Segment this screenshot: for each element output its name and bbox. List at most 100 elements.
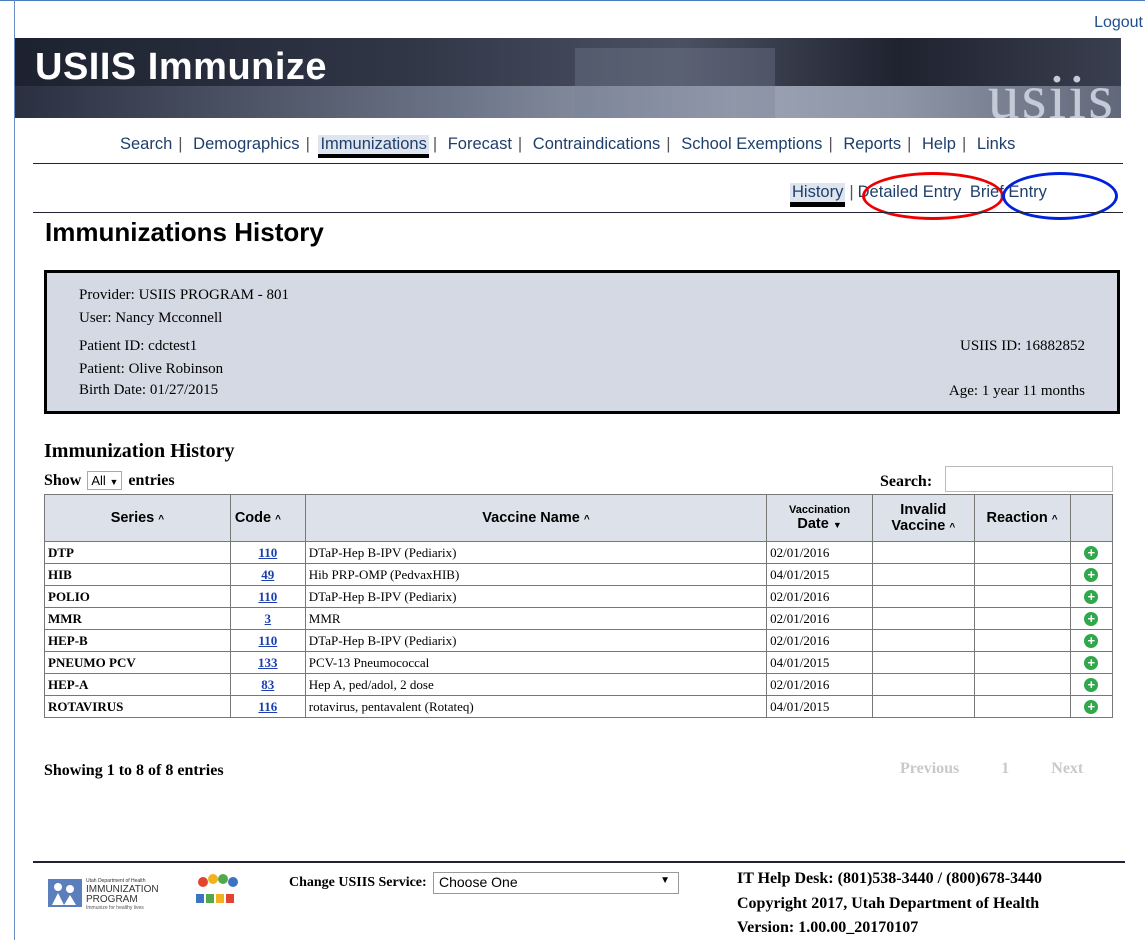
immunization-table: Series ^ Code ^ Vaccine Name ^ Vaccinati… (44, 494, 1114, 718)
usiis-watermark: usiis (987, 61, 1115, 118)
nav-reports[interactable]: Reports (841, 135, 903, 153)
series-cell: MMR (44, 607, 231, 630)
user-text: User: Nancy Mcconnell (79, 310, 223, 326)
sort-icon: ^ (583, 514, 590, 525)
nav-links[interactable]: Links (975, 135, 1018, 153)
series-cell: ROTAVIRUS (44, 695, 231, 718)
code-link[interactable]: 83 (229, 673, 306, 696)
series-cell: POLIO (44, 585, 231, 608)
reaction-cell (973, 585, 1071, 608)
add-icon[interactable]: + (1084, 655, 1099, 670)
age-text: Age: 1 year 11 months (948, 383, 1085, 399)
sort-icon: ^ (275, 514, 281, 525)
table-row: DTP 110 DTaP-Hep B-IPV (Pediarix) 02/01/201… (44, 541, 1114, 564)
invalid-vaccine-cell (871, 629, 975, 652)
vaccine-name-cell: Hep A, ped/adol, 2 dose (304, 673, 768, 696)
reaction-cell (973, 695, 1071, 718)
table-row: MMR 3 MMR 02/01/2016 + (44, 607, 1114, 630)
nav-divider (33, 163, 1123, 164)
vaccination-date-cell: 04/01/2015 (766, 563, 873, 586)
col-reaction[interactable]: Reaction ^ (973, 494, 1071, 542)
immunization-program-logo: Utah Department of Health IMMUNIZATION P… (48, 875, 168, 911)
vaccine-name-cell: DTaP-Hep B-IPV (Pediarix) (304, 541, 768, 564)
table-row: ROTAVIRUS 116 rotavirus, pentavalent (Rota… (44, 695, 1114, 718)
code-link[interactable]: 3 (229, 607, 306, 630)
add-cell: + (1069, 607, 1114, 630)
patient-id-text: Patient ID: cdctest1 (79, 338, 198, 354)
code-link[interactable]: 110 (229, 629, 306, 652)
footer-divider (33, 861, 1125, 863)
vaccine-name-cell: DTaP-Hep B-IPV (Pediarix) (304, 585, 768, 608)
reaction-cell (973, 563, 1071, 586)
vaccination-date-cell: 02/01/2016 (766, 541, 873, 564)
top-border (0, 0, 1145, 1)
header-banner: USIIS Immunize usiis (15, 38, 1121, 118)
col-series[interactable]: Series ^ (44, 494, 231, 542)
pagination: Previous 1 Next (900, 760, 1083, 778)
birth-date-text: Birth Date: 01/27/2015 (79, 382, 219, 398)
series-cell: HEP-B (44, 629, 231, 652)
reaction-cell (973, 651, 1071, 674)
sort-desc-icon: ▼ (832, 520, 842, 530)
nav-search[interactable]: Search (118, 135, 174, 153)
reaction-cell (973, 607, 1071, 630)
tab-history[interactable]: History (790, 183, 846, 207)
add-cell: + (1069, 563, 1114, 586)
next-button[interactable]: Next (1051, 760, 1083, 777)
col-vaccine-name[interactable]: Vaccine Name ^ (304, 494, 768, 542)
search-input[interactable] (945, 466, 1113, 492)
previous-button[interactable]: Previous (900, 760, 959, 777)
app-title: USIIS Immunize (35, 46, 328, 88)
change-service-label: Change USIIS Service: (289, 875, 427, 890)
add-icon[interactable]: + (1084, 633, 1099, 648)
add-icon[interactable]: + (1084, 699, 1099, 714)
add-icon[interactable]: + (1084, 611, 1099, 626)
col-invalid-vaccine[interactable]: Invalid Vaccine ^ (871, 494, 975, 542)
add-icon[interactable]: + (1084, 589, 1099, 604)
add-cell: + (1069, 629, 1114, 652)
col-actions (1069, 494, 1114, 542)
code-link[interactable]: 110 (229, 585, 306, 608)
patient-info-panel: Provider: USIIS PROGRAM - 801 User: Nanc… (44, 270, 1120, 414)
invalid-vaccine-cell (871, 651, 975, 674)
code-link[interactable]: 110 (229, 541, 306, 564)
add-cell: + (1069, 651, 1114, 674)
vaccine-name-cell: DTaP-Hep B-IPV (Pediarix) (304, 629, 768, 652)
page-title: Immunizations History (45, 217, 324, 247)
nav-help[interactable]: Help (920, 135, 958, 153)
history-heading: Immunization History (44, 440, 235, 462)
nav-school-exemptions[interactable]: School Exemptions (679, 135, 824, 153)
nav-contraindications[interactable]: Contraindications (531, 135, 663, 153)
vaccination-date-cell: 02/01/2016 (766, 585, 873, 608)
left-border (14, 0, 15, 940)
code-link[interactable]: 133 (229, 651, 306, 674)
invalid-vaccine-cell (871, 673, 975, 696)
add-cell: + (1069, 585, 1114, 608)
code-link[interactable]: 116 (229, 695, 306, 718)
add-icon[interactable]: + (1084, 567, 1099, 582)
vaccination-date-cell: 02/01/2016 (766, 629, 873, 652)
nav-immunizations[interactable]: Immunizations (318, 135, 429, 158)
nav-demographics[interactable]: Demographics (191, 135, 301, 153)
invalid-vaccine-cell (871, 695, 975, 718)
helpdesk-text: IT Help Desk: (801)538-3440 / (800)678-3… (737, 870, 1043, 887)
series-cell: DTP (44, 541, 231, 564)
code-link[interactable]: 49 (229, 563, 306, 586)
col-vaccination-date[interactable]: Vaccination Date ▼ (766, 494, 873, 542)
sort-icon: ^ (158, 514, 165, 525)
nav-forecast[interactable]: Forecast (446, 135, 514, 153)
logout-link[interactable]: Logout (1094, 14, 1143, 32)
table-row: HIB 49 Hib PRP-OMP (PedvaxHIB) 04/01/2015 + (44, 563, 1114, 586)
entries-select[interactable]: All ▼ (87, 471, 123, 490)
svg-text:Immunize for healthy lives: Immunize for healthy lives (86, 905, 144, 911)
invalid-vaccine-cell (871, 585, 975, 608)
version-text: Version: 1.00.00_20170107 (737, 919, 919, 936)
page-1-button[interactable]: 1 (1001, 760, 1009, 777)
series-cell: PNEUMO PCV (44, 651, 231, 674)
col-code[interactable]: Code ^ (229, 494, 306, 542)
change-service-select[interactable]: Choose One ▼ (433, 872, 679, 894)
vaccination-date-cell: 04/01/2015 (766, 695, 873, 718)
add-icon[interactable]: + (1084, 677, 1099, 692)
add-cell: + (1069, 541, 1114, 564)
add-icon[interactable]: + (1084, 545, 1099, 560)
